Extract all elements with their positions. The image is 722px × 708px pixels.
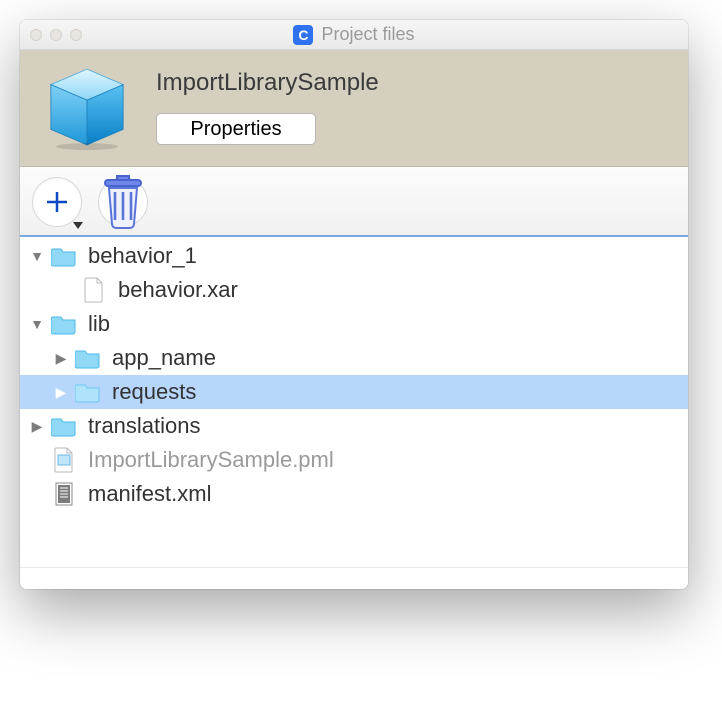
tree-folder-translations[interactable]: ▶ translations (20, 409, 688, 443)
folder-icon (74, 381, 102, 403)
tree-item-label: lib (84, 311, 110, 337)
tree-file-behavior-xar[interactable]: behavior.xar (20, 273, 688, 307)
disclosure-triangle-icon[interactable]: ▶ (54, 384, 68, 401)
toolbar (20, 167, 688, 237)
minimize-window-button[interactable] (50, 29, 62, 41)
tree-file-pml[interactable]: ImportLibrarySample.pml (20, 443, 688, 477)
folder-icon (74, 347, 102, 369)
app-badge-icon: C (293, 25, 313, 45)
project-header: ImportLibrarySample Properties (20, 50, 688, 167)
tree-folder-app_name[interactable]: ▶ app_name (20, 341, 688, 375)
window-controls (30, 29, 82, 41)
project-cube-icon (44, 64, 130, 150)
manifest-file-icon (50, 481, 78, 507)
disclosure-triangle-icon[interactable]: ▶ (54, 350, 68, 367)
tree-folder-requests[interactable]: ▶ requests (20, 375, 688, 409)
file-icon (80, 277, 108, 303)
disclosure-triangle-icon[interactable]: ▼ (30, 316, 44, 332)
tree-item-label: app_name (108, 345, 216, 371)
tree-item-label: behavior_1 (84, 243, 197, 269)
project-name: ImportLibrarySample (156, 69, 379, 97)
window-title: Project files (321, 24, 414, 45)
tree-item-label: ImportLibrarySample.pml (84, 447, 334, 473)
disclosure-triangle-icon[interactable]: ▶ (30, 418, 44, 435)
folder-icon (50, 313, 78, 335)
file-tree: ▼ behavior_1 behavior.xar ▼ lib ▶ (20, 237, 688, 567)
folder-icon (50, 245, 78, 267)
tree-folder-lib[interactable]: ▼ lib (20, 307, 688, 341)
properties-button[interactable]: Properties (156, 113, 316, 145)
tree-item-label: behavior.xar (114, 277, 238, 303)
tree-item-label: translations (84, 413, 201, 439)
window-footer (20, 567, 688, 589)
close-window-button[interactable] (30, 29, 42, 41)
tree-item-label: manifest.xml (84, 481, 211, 507)
delete-button[interactable] (98, 177, 148, 227)
tree-item-label: requests (108, 379, 196, 405)
disclosure-triangle-icon[interactable]: ▼ (30, 248, 44, 264)
add-button[interactable] (32, 177, 82, 227)
tree-folder-behavior_1[interactable]: ▼ behavior_1 (20, 239, 688, 273)
titlebar: C Project files (20, 20, 688, 50)
zoom-window-button[interactable] (70, 29, 82, 41)
tree-file-manifest[interactable]: manifest.xml (20, 477, 688, 511)
pml-file-icon (50, 447, 78, 473)
project-files-window: C Project files (20, 20, 688, 589)
folder-icon (50, 415, 78, 437)
